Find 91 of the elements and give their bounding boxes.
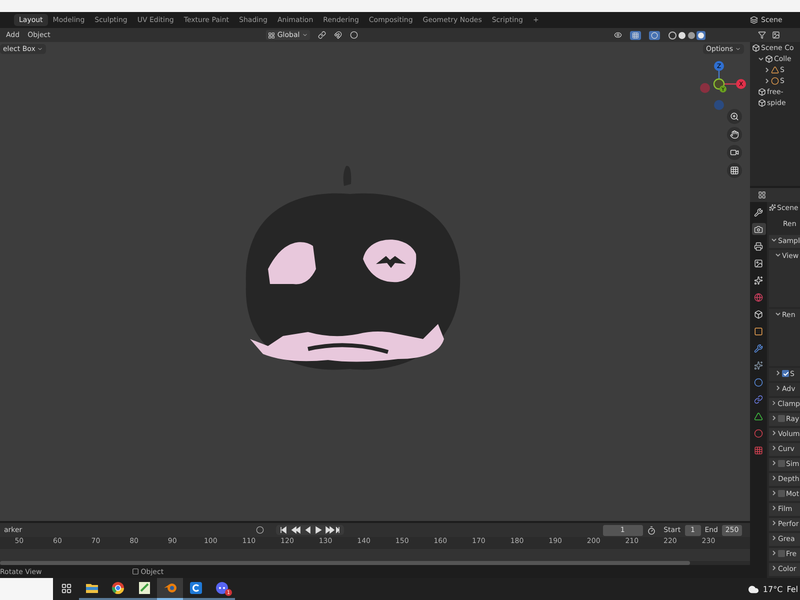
circle-icon	[754, 378, 763, 386]
collection-icon	[758, 98, 766, 106]
display-mode-icon[interactable]	[772, 31, 780, 39]
triangle-icon	[771, 66, 779, 74]
search-field[interactable]	[0, 578, 53, 600]
caret-icon	[735, 46, 741, 52]
globe-ball-icon	[112, 582, 124, 594]
checkbox[interactable]	[778, 460, 785, 467]
collection-icon	[758, 88, 766, 96]
properties-tab[interactable]	[752, 206, 766, 218]
camera-icon	[754, 224, 763, 234]
properties-tab[interactable]	[752, 410, 766, 422]
folder-icon	[86, 583, 98, 593]
properties-tab[interactable]	[752, 359, 766, 371]
checkbox[interactable]	[778, 550, 785, 557]
chevron-right-icon[interactable]	[771, 505, 777, 511]
wrench-icon	[754, 208, 763, 216]
chat-bubble-icon	[216, 582, 228, 594]
chevron-down-icon[interactable]	[775, 252, 781, 258]
gizmo-toggle[interactable]	[630, 30, 641, 40]
chevron-right-icon[interactable]	[771, 415, 777, 421]
timeline-scrollbar[interactable]	[0, 561, 690, 565]
playback-controls-icon[interactable]	[280, 526, 340, 534]
printer-icon	[754, 242, 763, 250]
proportional-icon[interactable]	[350, 31, 358, 39]
square-icon	[754, 326, 763, 336]
cloud-icon	[748, 584, 759, 594]
chevron-down-icon[interactable]	[775, 311, 781, 317]
checkbox[interactable]	[782, 370, 789, 377]
keyframe-record-icon[interactable]	[256, 526, 264, 534]
chevron-right-icon[interactable]	[771, 460, 777, 466]
chevron-right-icon[interactable]	[771, 475, 777, 481]
camera-icon	[730, 148, 739, 157]
properties-tab[interactable]	[752, 274, 766, 286]
properties-tab[interactable]	[752, 240, 766, 252]
circle-icon	[650, 32, 658, 38]
temperature: 17°C	[762, 584, 783, 594]
weather-text: Fel	[786, 584, 798, 594]
chevron-right-icon[interactable]	[775, 385, 781, 391]
link-icon	[754, 394, 763, 404]
properties-tab[interactable]	[752, 393, 766, 405]
task-view-icon	[60, 582, 72, 594]
checkbox[interactable]	[778, 415, 785, 422]
pan-button[interactable]	[727, 127, 742, 142]
sparkles-icon	[754, 276, 763, 284]
camera-view-button[interactable]	[727, 145, 742, 160]
chevron-right-icon[interactable]	[764, 66, 770, 72]
visibility-icon[interactable]	[614, 31, 622, 39]
grid-icon	[632, 32, 639, 38]
chevron-right-icon[interactable]	[771, 535, 777, 541]
properties-tab[interactable]	[752, 223, 766, 235]
chevron-right-icon[interactable]	[771, 565, 777, 571]
grid-view-button[interactable]	[727, 163, 742, 178]
shading-spheres-icon[interactable]	[668, 30, 708, 40]
sparkles-icon	[754, 360, 763, 370]
properties-tab[interactable]	[752, 376, 766, 388]
chevron-down-icon[interactable]	[771, 237, 777, 243]
c-letter-icon	[190, 582, 202, 594]
chevron-right-icon[interactable]	[771, 445, 777, 451]
image-icon	[754, 258, 763, 268]
overlay-toggle[interactable]	[648, 30, 660, 40]
triangle-icon	[754, 412, 763, 420]
caret-icon	[37, 46, 44, 52]
zoom-button[interactable]	[727, 109, 742, 124]
chevron-right-icon[interactable]	[771, 550, 777, 556]
zoom-icon	[730, 112, 739, 121]
filter-icon[interactable]	[758, 31, 766, 39]
checker-icon	[754, 446, 763, 454]
editor-type-icon[interactable]	[758, 191, 766, 199]
chevron-right-icon[interactable]	[771, 490, 777, 496]
chevron-right-icon[interactable]	[764, 78, 770, 84]
collection-icon	[752, 44, 760, 52]
magnet-icon[interactable]	[334, 31, 342, 39]
chevron-right-icon[interactable]	[771, 400, 777, 406]
chevron-down-icon[interactable]	[758, 56, 764, 62]
notepad-icon	[138, 582, 150, 594]
checkbox[interactable]	[778, 490, 785, 497]
hand-icon	[730, 130, 739, 139]
chevron-right-icon[interactable]	[771, 520, 777, 526]
sphere-icon	[754, 428, 763, 438]
stopwatch-icon[interactable]	[646, 526, 656, 534]
chevron-right-icon[interactable]	[775, 370, 781, 376]
properties-tab[interactable]	[752, 342, 766, 354]
globe-icon	[754, 292, 763, 302]
wrench-icon	[754, 344, 763, 352]
collection-icon	[765, 54, 773, 62]
box-icon	[754, 310, 763, 318]
grid-icon	[730, 166, 739, 175]
chevron-right-icon[interactable]	[771, 430, 777, 436]
caret-icon	[302, 32, 308, 38]
orbit-logo-icon	[164, 583, 176, 593]
